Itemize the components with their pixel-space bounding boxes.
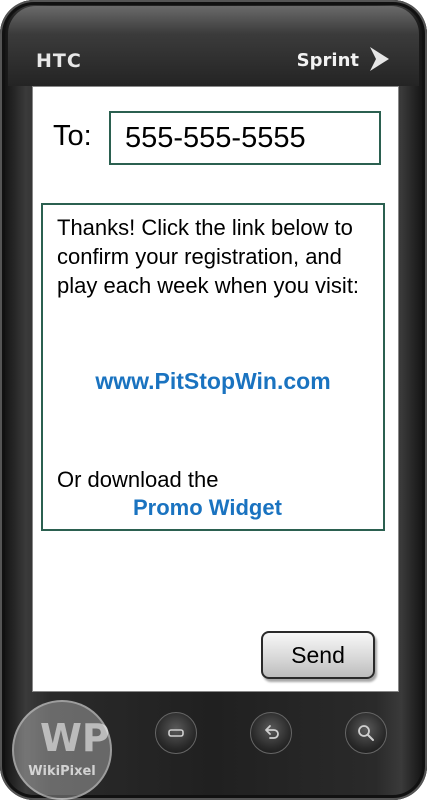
menu-icon	[168, 729, 184, 737]
search-icon	[358, 725, 374, 741]
wikipixel-watermark: WP WikiPixel	[12, 700, 112, 800]
phone-screen: To: 555-555-5555 Thanks! Click the link …	[32, 86, 399, 692]
back-icon	[265, 725, 279, 739]
message-body-box: Thanks! Click the link below to confirm …	[41, 203, 385, 531]
phone-top-bezel	[8, 6, 419, 86]
menu-button[interactable]	[155, 712, 197, 754]
search-button[interactable]	[345, 712, 387, 754]
watermark-logo: WP	[40, 716, 110, 760]
phone-frame: HTC Sprint To: 555-555-5555 Thanks! Clic…	[0, 0, 427, 800]
promo-widget-link[interactable]: Promo Widget	[133, 495, 282, 521]
sprint-logo-text: Sprint	[296, 50, 359, 71]
send-button[interactable]: Send	[261, 631, 375, 679]
download-prefix-text: Or download the	[57, 467, 219, 492]
watermark-text: WikiPixel	[28, 764, 96, 779]
recipient-field[interactable]: 555-555-5555	[109, 111, 381, 165]
to-label: To:	[53, 120, 92, 152]
sprint-arrow-icon	[370, 47, 389, 71]
back-button[interactable]	[250, 712, 292, 754]
htc-logo: HTC	[36, 50, 82, 72]
message-text: Thanks! Click the link below to confirm …	[57, 215, 360, 298]
pitstopwin-link[interactable]: www.PitStopWin.com	[43, 368, 383, 395]
recipient-value: 555-555-5555	[125, 121, 306, 154]
